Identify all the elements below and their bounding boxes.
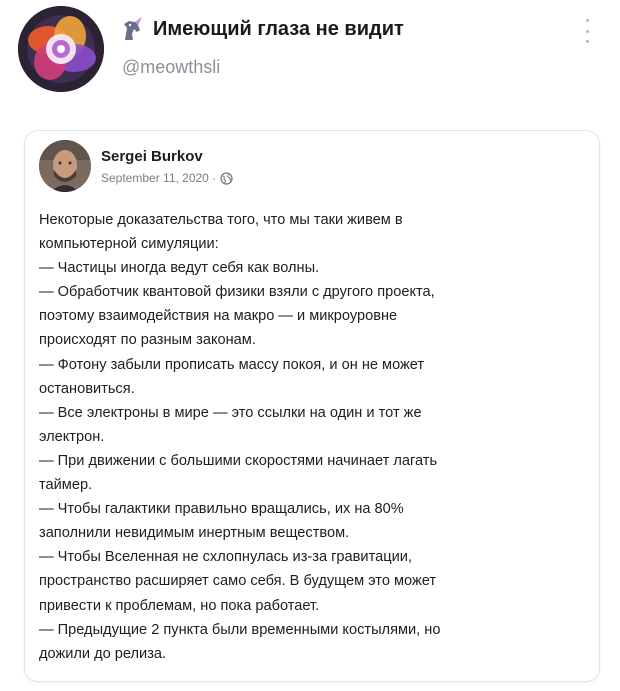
post-line: — Чтобы Вселенная не схлопнулась из-за г…: [39, 549, 412, 566]
post-card: Sergei Burkov September 11, 2020 · Некот…: [24, 130, 600, 682]
post-line: — При движении с большими скоростями нач…: [39, 452, 438, 469]
post-line: Некоторые доказательства того, что мы та…: [39, 212, 403, 228]
post-line: компьютерной симуляции:: [39, 236, 219, 253]
channel-header: Имеющий глаза не видит @meowthsli: [0, 0, 620, 110]
post-line: поэтому взаимодействия на макро — и микр…: [39, 308, 398, 325]
post-line: — Обработчик квантовой физики взяли с др…: [39, 284, 435, 301]
post-meta: September 11, 2020 ·: [101, 171, 233, 185]
post-date[interactable]: September 11, 2020 ·: [101, 171, 216, 185]
channel-handle[interactable]: @meowthsli: [122, 57, 220, 78]
channel-avatar[interactable]: [18, 6, 104, 92]
author-photo: [39, 140, 91, 192]
post-text: Некоторые доказательства того, что мы та…: [39, 208, 591, 666]
unicorn-icon: [124, 17, 142, 40]
post-line: привести к проблемам, но пока работает.: [39, 597, 320, 614]
channel-title: Имеющий глаза не видит: [153, 17, 404, 40]
author-avatar[interactable]: [39, 140, 91, 192]
post-line: таймер.: [39, 477, 93, 494]
post-line: остановиться.: [39, 380, 135, 397]
post-line: — Предыдущие 2 пункта были временными ко…: [39, 621, 441, 638]
post-line: — Все электроны в мире — это ссылки на о…: [39, 404, 422, 421]
more-options-icon[interactable]: [583, 19, 591, 43]
post-line: — Частицы иногда ведут себя как волны.: [39, 260, 320, 277]
post-line: — Чтобы галактики правильно вращались, и…: [39, 501, 404, 518]
post-line: пространство расширяет само себя. В буду…: [39, 573, 437, 590]
post-line: заполнили невидимым инертным веществом.: [39, 525, 350, 542]
channel-title-row: Имеющий глаза не видит: [121, 16, 404, 42]
post-line: электрон.: [39, 428, 105, 445]
post-line: происходят по разным законам.: [39, 332, 256, 349]
globe-icon: [220, 171, 233, 185]
post-line: дожили до релиза.: [39, 645, 167, 662]
post-author[interactable]: Sergei Burkov: [101, 148, 203, 165]
swirl-logo: [18, 6, 104, 92]
post-line: — Фотону забыли прописать массу покоя, и…: [39, 356, 425, 373]
